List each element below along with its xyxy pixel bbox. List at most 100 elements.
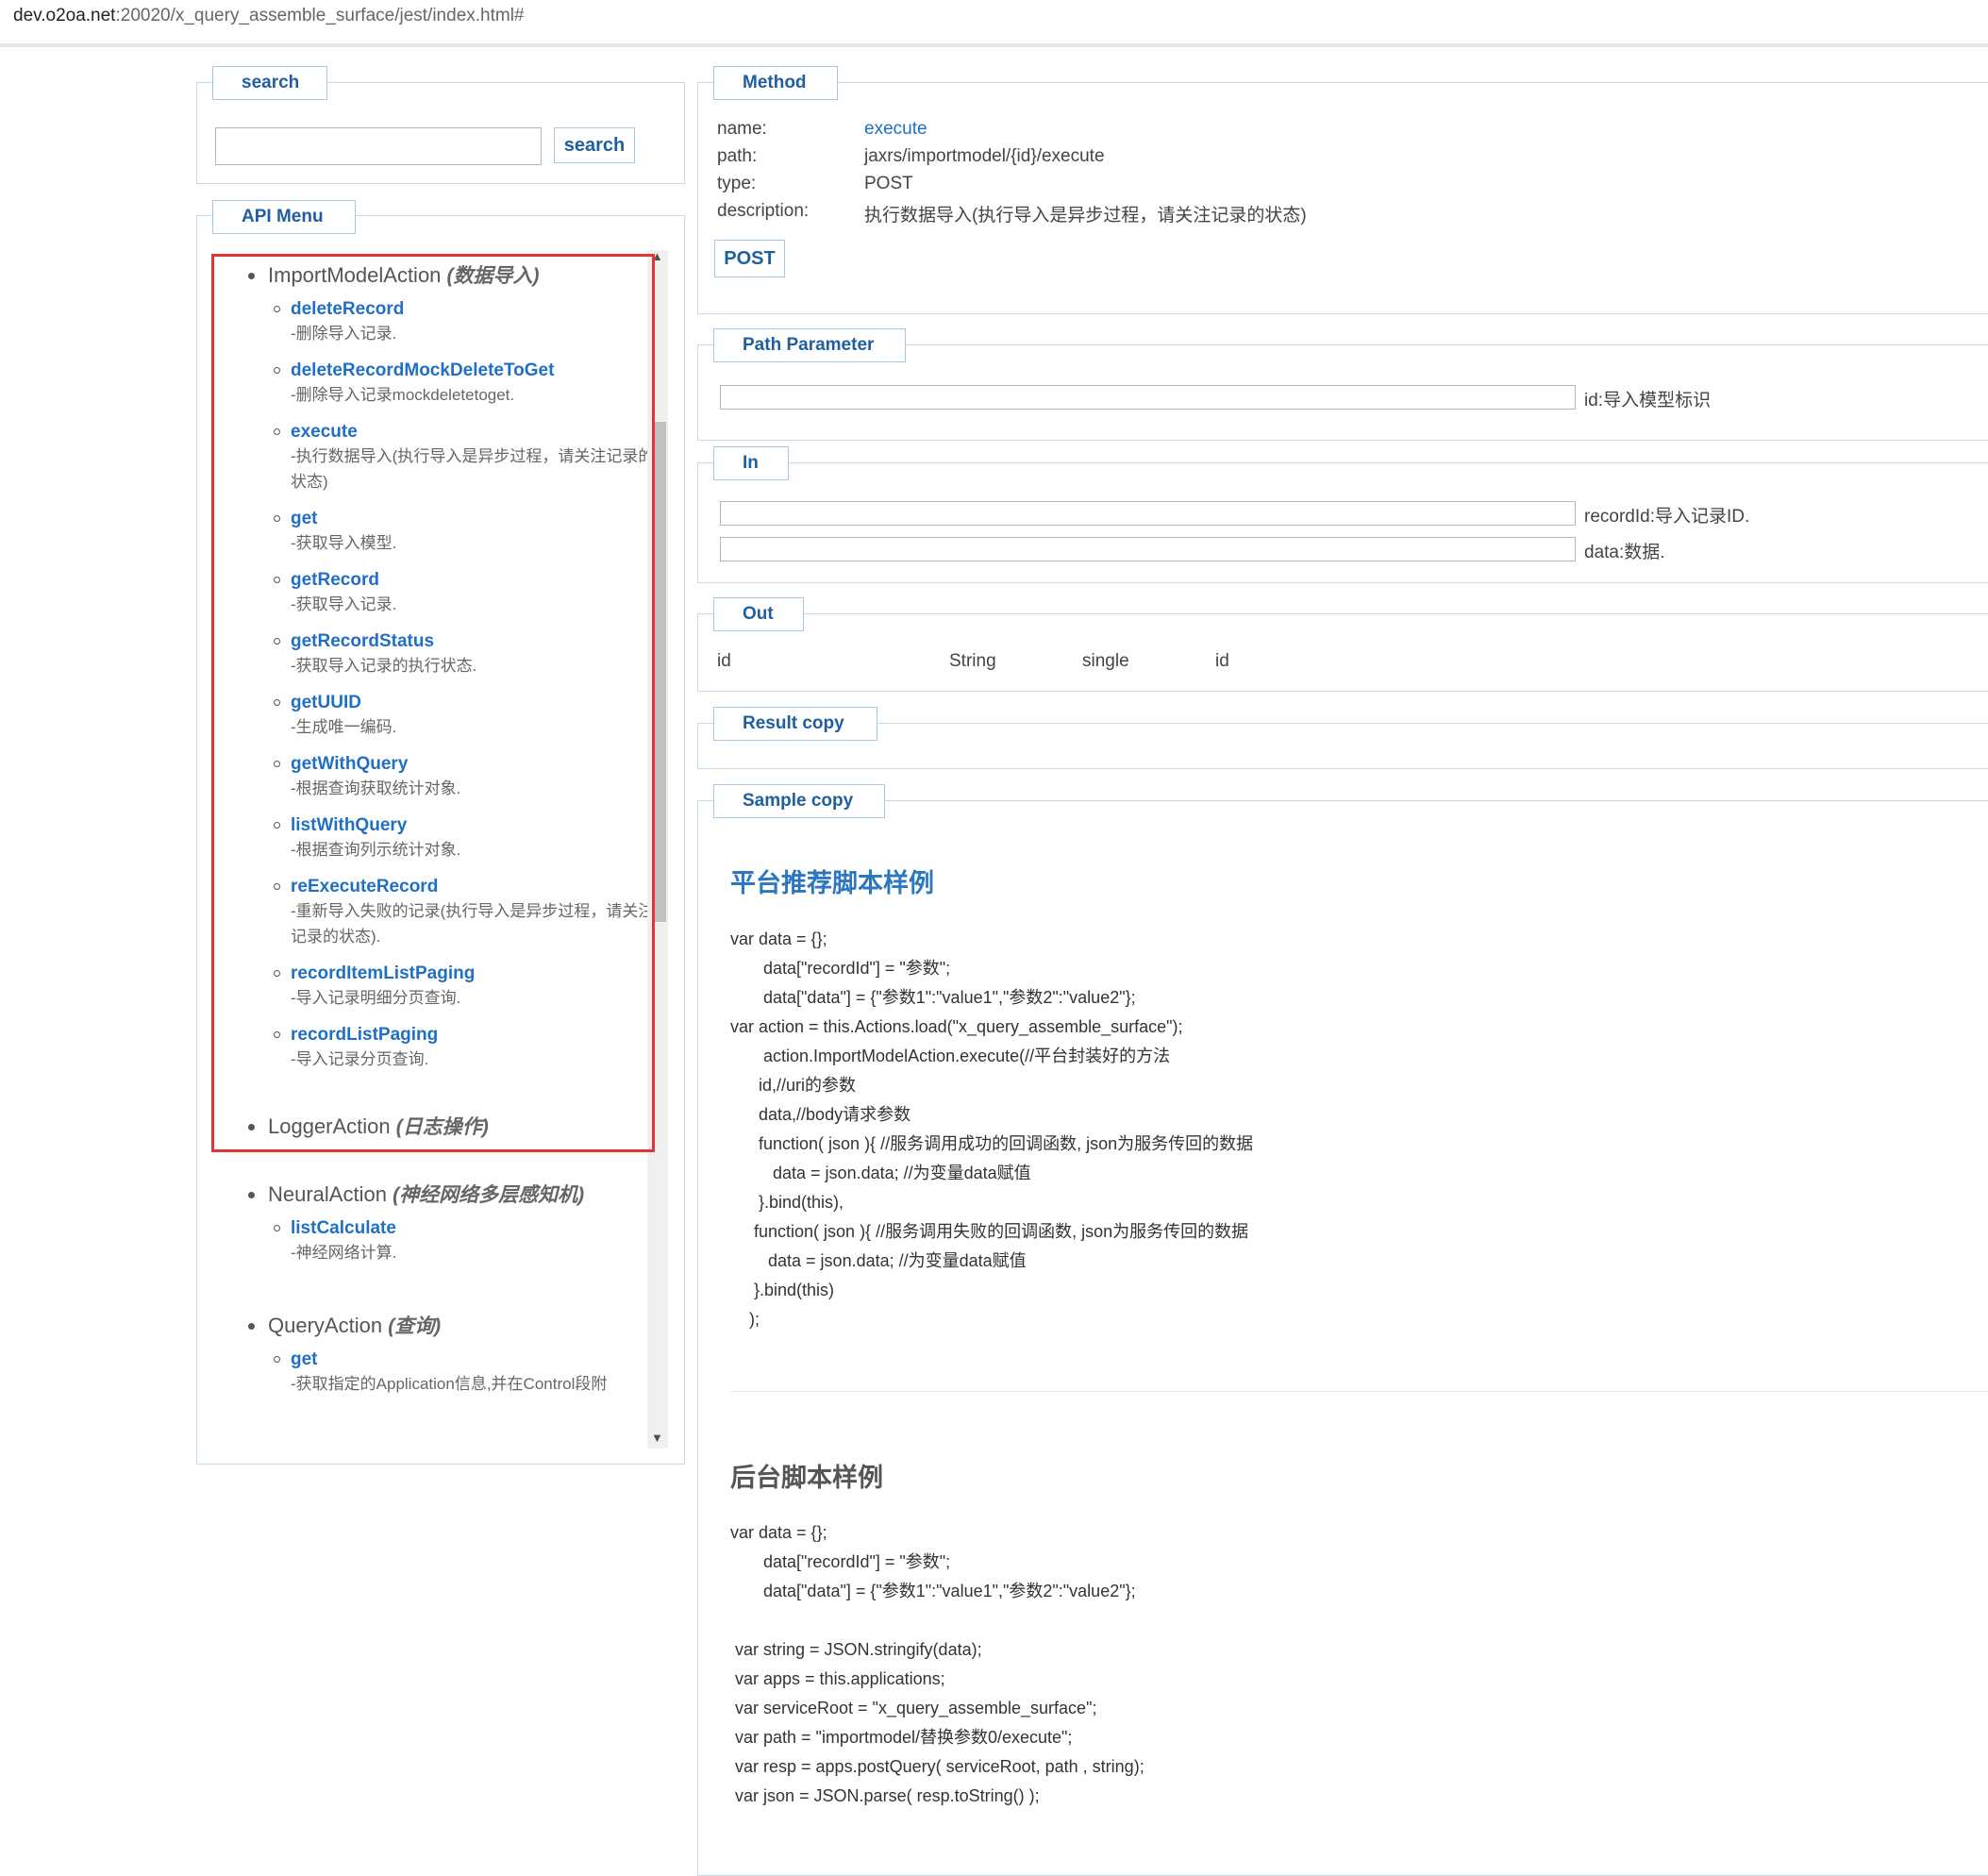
- method-link[interactable]: listCalculate: [291, 1216, 660, 1240]
- method-link[interactable]: getUUID: [291, 691, 660, 714]
- menu-item-getUUID: getUUID -生成唯一编码.: [211, 691, 660, 740]
- backend-code-line: [730, 1606, 1144, 1635]
- method-desc: -删除导入记录.: [291, 325, 397, 343]
- method-link[interactable]: getWithQuery: [291, 752, 660, 776]
- platform-code-line: }.bind(this),: [730, 1193, 844, 1212]
- method-legend: Method: [713, 66, 838, 100]
- menu-scrollbar-thumb[interactable]: [653, 422, 666, 922]
- data-param-label: data:数据.: [1584, 543, 1665, 562]
- method-link[interactable]: listWithQuery: [291, 813, 660, 837]
- method-link[interactable]: recordItemListPaging: [291, 962, 660, 985]
- method-link[interactable]: getRecordStatus: [291, 629, 660, 653]
- method-type-value: POST: [864, 174, 913, 193]
- method-desc: -获取指定的Application信息,并在Control段附: [291, 1375, 608, 1393]
- sample-copy-legend[interactable]: Sample copy: [713, 784, 885, 818]
- group-title[interactable]: NeuralAction (神经网络多层感知机): [248, 1178, 660, 1212]
- menu-item-execute: execute -执行数据导入(执行导入是异步过程，请关注记录的状态): [211, 420, 660, 494]
- scroll-down-arrow-icon[interactable]: ▼: [651, 1431, 663, 1445]
- method-desc: -导入记录分页查询.: [291, 1050, 429, 1068]
- method-link[interactable]: reExecuteRecord: [291, 875, 660, 898]
- method-desc: -执行数据导入(执行导入是异步过程，请关注记录的状态): [291, 447, 655, 491]
- method-path-label: path:: [717, 146, 758, 166]
- menu-item-listCalculate: listCalculate -神经网络计算.: [211, 1216, 660, 1265]
- platform-code-line: data["data"] = {"参数1":"value1","参数2":"va…: [730, 988, 1136, 1007]
- data-input[interactable]: [720, 537, 1576, 561]
- search-input[interactable]: [215, 127, 542, 165]
- method-link[interactable]: deleteRecordMockDeleteToGet: [291, 359, 660, 382]
- backend-code-line: data["data"] = {"参数1":"value1","参数2":"va…: [730, 1582, 1136, 1600]
- sample-divider: [730, 1391, 1988, 1392]
- method-link[interactable]: get: [291, 1348, 660, 1371]
- method-description-value: 执行数据导入(执行导入是异步过程，请关注记录的状态): [864, 206, 1307, 226]
- top-divider: [0, 43, 1988, 47]
- out-field-type: String: [949, 651, 996, 671]
- method-desc: -获取导入记录的执行状态.: [291, 657, 477, 675]
- group-title[interactable]: ImportModelAction (数据导入): [248, 259, 660, 293]
- platform-code-line: var action = this.Actions.load("x_query_…: [730, 1017, 1183, 1036]
- out-field-desc: id: [1215, 651, 1229, 671]
- method-name-label: name:: [717, 119, 767, 139]
- menu-group-neural: NeuralAction (神经网络多层感知机) listCalculate -神…: [211, 1178, 660, 1265]
- method-fieldset: [697, 82, 1988, 314]
- menu-item-getRecordStatus: getRecordStatus -获取导入记录的执行状态.: [211, 629, 660, 678]
- backend-code-line: var path = "importmodel/替换参数0/execute";: [730, 1728, 1073, 1747]
- method-desc: -导入记录明细分页查询.: [291, 989, 461, 1007]
- platform-code-line: function( json ){ //服务调用成功的回调函数, json为服务…: [730, 1134, 1254, 1153]
- method-desc: -获取导入记录.: [291, 595, 397, 613]
- backend-sample-code: var data = {}; data["recordId"] = "参数"; …: [730, 1518, 1144, 1811]
- menu-item-listWithQuery: listWithQuery -根据查询列示统计对象.: [211, 813, 660, 863]
- platform-code-line: id,//uri的参数: [730, 1076, 857, 1095]
- out-legend: Out: [713, 597, 804, 631]
- backend-code-line: var json = JSON.parse( resp.toString() )…: [730, 1786, 1040, 1805]
- backend-code-line: var apps = this.applications;: [730, 1669, 945, 1688]
- backend-code-line: data["recordId"] = "参数";: [730, 1552, 951, 1571]
- platform-code-line: data,//body请求参数: [730, 1105, 911, 1124]
- search-button[interactable]: search: [554, 127, 635, 163]
- platform-code-line: data["recordId"] = "参数";: [730, 959, 951, 978]
- method-link[interactable]: getRecord: [291, 568, 660, 592]
- menu-item-recordItemListPaging: recordItemListPaging -导入记录明细分页查询.: [211, 962, 660, 1011]
- recordid-input[interactable]: [720, 501, 1576, 526]
- menu-item-deleteRecordMock: deleteRecordMockDeleteToGet -删除导入记录mockde…: [211, 359, 660, 408]
- method-desc: -删除导入记录mockdeletetoget.: [291, 386, 515, 404]
- method-link[interactable]: get: [291, 507, 660, 530]
- recordid-param-label: recordId:导入记录ID.: [1584, 507, 1750, 527]
- backend-code-line: var serviceRoot = "x_query_assemble_surf…: [730, 1699, 1097, 1717]
- api-menu-list: ImportModelAction (数据导入) deleteRecord -删除…: [211, 250, 660, 1449]
- method-desc: -生成唯一编码.: [291, 718, 397, 736]
- backend-code-line: var string = JSON.stringify(data);: [730, 1640, 982, 1659]
- result-copy-legend[interactable]: Result copy: [713, 707, 877, 741]
- method-name-value: execute: [864, 119, 927, 139]
- method-description-label: description:: [717, 201, 810, 221]
- scroll-up-arrow-icon[interactable]: ▲: [651, 249, 663, 263]
- method-path-value: jaxrs/importmodel/{id}/execute: [864, 146, 1105, 166]
- address-bar[interactable]: dev.o2oa.net:20020/x_query_assemble_surf…: [13, 6, 525, 26]
- group-title[interactable]: QueryAction (查询): [248, 1309, 660, 1343]
- api-menu-legend: API Menu: [212, 200, 356, 234]
- platform-code-line: );: [730, 1310, 760, 1329]
- out-field-cardinality: single: [1082, 651, 1129, 671]
- menu-item-query-get: get -获取指定的Application信息,并在Control段附: [211, 1348, 660, 1397]
- platform-code-line: var data = {};: [730, 930, 827, 948]
- method-link[interactable]: deleteRecord: [291, 297, 660, 321]
- post-button[interactable]: POST: [714, 240, 785, 277]
- platform-code-line: action.ImportModelAction.execute(//平台封装好…: [730, 1047, 1171, 1065]
- in-legend: In: [713, 446, 789, 480]
- menu-item-reExecuteRecord: reExecuteRecord -重新导入失败的记录(执行导入是异步过程，请关注记…: [211, 875, 660, 949]
- menu-group-query: QueryAction (查询) get -获取指定的Application信息,…: [211, 1309, 660, 1397]
- method-desc: -获取导入模型.: [291, 534, 397, 552]
- method-link[interactable]: recordListPaging: [291, 1023, 660, 1047]
- method-link[interactable]: execute: [291, 420, 660, 444]
- method-type-label: type:: [717, 174, 757, 193]
- backend-sample-title: 后台脚本样例: [730, 1464, 883, 1492]
- out-field-name: id: [717, 651, 731, 671]
- menu-group-logger: LoggerAction (日志操作): [211, 1110, 660, 1144]
- group-title[interactable]: LoggerAction (日志操作): [248, 1110, 660, 1144]
- platform-code-line: data = json.data; //为变量data赋值: [730, 1251, 1027, 1270]
- id-input[interactable]: [720, 385, 1576, 410]
- method-desc: -重新导入失败的记录(执行导入是异步过程，请关注记录的状态).: [291, 902, 655, 946]
- menu-item-recordListPaging: recordListPaging -导入记录分页查询.: [211, 1023, 660, 1072]
- menu-item-getRecord: getRecord -获取导入记录.: [211, 568, 660, 617]
- backend-code-line: var resp = apps.postQuery( serviceRoot, …: [730, 1757, 1144, 1776]
- url-host: dev.o2oa.net: [13, 6, 116, 25]
